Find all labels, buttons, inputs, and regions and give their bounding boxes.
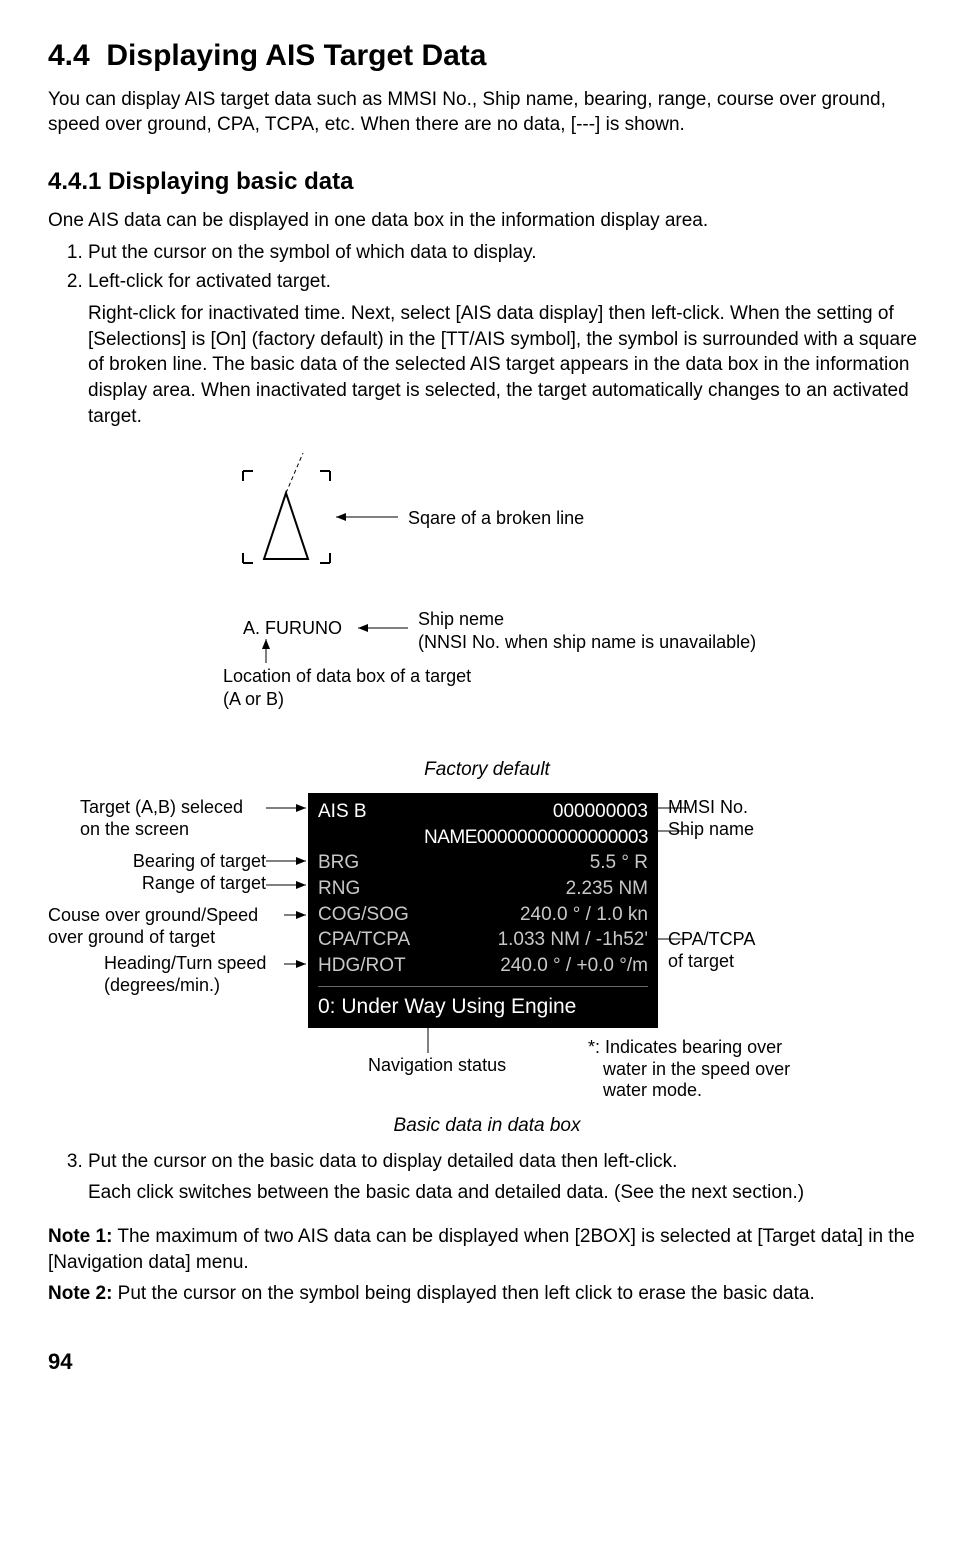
step-2a: Left-click for activated target.: [88, 269, 926, 295]
mmsi-value: 000000003: [553, 799, 648, 825]
cogsog-label: COG/SOG: [318, 902, 409, 928]
subsection-lead: One AIS data can be displayed in one dat…: [48, 208, 926, 234]
note-2-label: Note 2:: [48, 1283, 112, 1304]
ann-cpatcpa-1: CPA/TCPA: [668, 929, 755, 949]
rng-label: RNG: [318, 876, 360, 902]
cpatcpa-value: 1.033 NM / -1h52': [498, 927, 648, 953]
section-heading: 4.4 Displaying AIS Target Data: [48, 36, 926, 77]
hdgrot-label: HDG/ROT: [318, 953, 406, 979]
figure-databox: AIS B 000000003 NAME00000000000000003 BR…: [48, 793, 898, 1103]
note-1-body: The maximum of two AIS data can be displ…: [48, 1226, 915, 1273]
ais-label: AIS B: [318, 799, 367, 825]
label-ship-neme-2: (NNSI No. when ship name is unavailable): [418, 632, 756, 652]
page-number: 94: [48, 1347, 926, 1377]
label-sqare: Sqare of a broken line: [408, 507, 584, 530]
note-1-label: Note 1:: [48, 1226, 112, 1247]
hdgrot-value: 240.0 ° / +0.0 °/m: [500, 953, 648, 979]
section-intro: You can display AIS target data such as …: [48, 87, 926, 138]
brg-label: BRG: [318, 850, 359, 876]
nav-status-value: 0: Under Way Using Engine: [318, 986, 648, 1021]
ais-data-box: AIS B 000000003 NAME00000000000000003 BR…: [308, 793, 658, 1028]
ann-target-sel-1: Target (A,B) seleced: [80, 797, 243, 817]
ann-range: Range of target: [142, 873, 266, 893]
subsection-title: Displaying basic data: [108, 168, 353, 195]
label-ship-neme-1: Ship neme: [418, 609, 504, 629]
label-loc-1: Location of data box of a target: [223, 666, 471, 686]
ann-bearing: Bearing of target: [133, 851, 266, 871]
note-2: Note 2: Put the cursor on the symbol bei…: [48, 1281, 926, 1307]
note-1: Note 1: The maximum of two AIS data can …: [48, 1224, 926, 1275]
note-2-body: Put the cursor on the symbol being displ…: [112, 1283, 814, 1304]
ann-cpatcpa-2: of target: [668, 951, 734, 971]
ann-foot-1: *: Indicates bearing over: [588, 1037, 782, 1057]
step-1: Put the cursor on the symbol of which da…: [88, 240, 926, 266]
ann-hdgrot-1: Heading/Turn speed: [104, 953, 266, 973]
ann-cogsog-2: over ground of target: [48, 927, 215, 947]
step-3a: Put the cursor on the basic data to disp…: [88, 1149, 926, 1175]
ann-target-sel-2: on the screen: [80, 819, 189, 839]
label-loc-2: (A or B): [223, 689, 284, 709]
ship-name-value: NAME00000000000000003: [318, 825, 648, 851]
ann-shipname: Ship name: [668, 819, 754, 839]
subsection-number: 4.4.1: [48, 168, 101, 195]
figure-symbol: Sqare of a broken line A. FURUNO Ship ne…: [168, 453, 888, 733]
cogsog-value: 240.0 ° / 1.0 kn: [520, 902, 648, 928]
figure-caption-bottom: Basic data in data box: [48, 1113, 926, 1139]
step-2b: Right-click for inactivated time. Next, …: [88, 301, 926, 429]
cpatcpa-label: CPA/TCPA: [318, 927, 410, 953]
ann-mmsi: MMSI No.: [668, 797, 748, 817]
ann-cogsog-1: Couse over ground/Speed: [48, 905, 258, 925]
label-ship: A. FURUNO: [243, 617, 342, 640]
ann-navstatus: Navigation status: [368, 1055, 506, 1077]
ann-foot-2: water in the speed over: [603, 1059, 790, 1079]
rng-value: 2.235 NM: [566, 876, 648, 902]
figure-caption-top: Factory default: [48, 757, 926, 783]
section-number: 4.4: [48, 39, 90, 72]
ann-foot-3: water mode.: [603, 1080, 702, 1100]
ann-hdgrot-2: (degrees/min.): [104, 975, 220, 995]
brg-value: 5.5 ° R: [590, 850, 648, 876]
subsection-heading: 4.4.1 Displaying basic data: [48, 166, 926, 198]
section-title: Displaying AIS Target Data: [106, 39, 486, 72]
step-3b: Each click switches between the basic da…: [88, 1180, 926, 1206]
